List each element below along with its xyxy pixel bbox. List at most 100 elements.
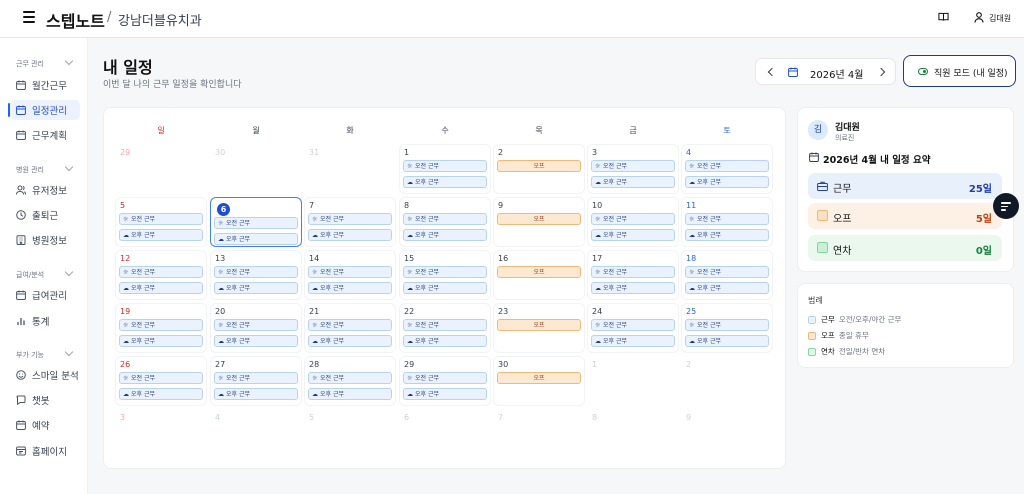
shift-chip-afternoon[interactable]: ☁ 오후 근무 — [119, 282, 203, 294]
shift-chip-morning[interactable]: ☼ 오전 근무 — [308, 266, 392, 278]
sidebar-item-attendance[interactable]: 출퇴근 — [10, 205, 80, 225]
calendar-day-cell[interactable]: 6 — [399, 409, 491, 459]
shift-chip-afternoon[interactable]: ☁ 오후 근무 — [685, 229, 769, 241]
calendar-day-cell[interactable]: 9 — [681, 409, 773, 459]
calendar-day-cell[interactable]: 30 — [210, 144, 302, 194]
sidebar-item-monthly[interactable]: 월간근무 — [10, 75, 80, 95]
shift-chip-afternoon[interactable]: ☁ 오후 근무 — [119, 335, 203, 347]
shift-chip-afternoon[interactable]: ☁ 오후 근무 — [403, 229, 487, 241]
calendar-day-cell[interactable]: 4 ☼ 오전 근무 ☁ 오후 근무 — [681, 144, 773, 194]
calendar-day-cell[interactable]: 3 ☼ 오전 근무 ☁ 오후 근무 — [587, 144, 679, 194]
sidebar-item-payroll[interactable]: 급여관리 — [10, 285, 80, 305]
shift-chip-afternoon[interactable]: ☁ 오후 근무 — [214, 388, 298, 400]
shift-chip-morning[interactable]: ☼ 오전 근무 — [591, 160, 675, 172]
calendar-day-cell[interactable]: 16 오프 — [493, 250, 585, 300]
shift-chip-morning[interactable]: ☼ 오전 근무 — [591, 213, 675, 225]
sidebar-item-plan[interactable]: 근무계획 — [10, 125, 80, 145]
shift-chip-afternoon[interactable]: ☁ 오후 근무 — [685, 176, 769, 188]
shift-chip-off[interactable]: 오프 — [497, 372, 581, 384]
shift-chip-afternoon[interactable]: ☁ 오후 근무 — [119, 388, 203, 400]
chevron-down-icon[interactable] — [64, 347, 74, 357]
calendar-day-cell[interactable]: 3 — [115, 409, 207, 459]
shift-chip-morning[interactable]: ☼ 오전 근무 — [119, 372, 203, 384]
calendar-day-cell[interactable]: 12 ☼ 오전 근무 ☁ 오후 근무 — [115, 250, 207, 300]
shift-chip-morning[interactable]: ☼ 오전 근무 — [403, 319, 487, 331]
shift-chip-afternoon[interactable]: ☁ 오후 근무 — [308, 335, 392, 347]
shift-chip-off[interactable]: 오프 — [497, 266, 581, 278]
shift-chip-morning[interactable]: ☼ 오전 근무 — [685, 213, 769, 225]
calendar-day-cell[interactable]: 7 ☼ 오전 근무 ☁ 오후 근무 — [304, 197, 396, 247]
menu-icon[interactable] — [23, 11, 35, 23]
shift-chip-morning[interactable]: ☼ 오전 근무 — [214, 266, 298, 278]
calendar-day-cell[interactable]: 27 ☼ 오전 근무 ☁ 오후 근무 — [210, 356, 302, 406]
sidebar-item-stats[interactable]: 통계 — [10, 311, 80, 331]
brand-logo-text[interactable]: 스텝노트 — [46, 8, 105, 32]
calendar-day-cell[interactable]: 2 오프 — [493, 144, 585, 194]
calendar-day-cell[interactable]: 6 ☼ 오전 근무 ☁ 오후 근무 — [210, 197, 302, 247]
shift-chip-morning[interactable]: ☼ 오전 근무 — [308, 372, 392, 384]
calendar-day-cell[interactable]: 1 — [587, 356, 679, 406]
staff-mode-button[interactable]: 직원 모드 (내 일정) — [903, 55, 1016, 87]
calendar-day-cell[interactable]: 21 ☼ 오전 근무 ☁ 오후 근무 — [304, 303, 396, 353]
shift-chip-afternoon[interactable]: ☁ 오후 근무 — [403, 282, 487, 294]
shift-chip-afternoon[interactable]: ☁ 오후 근무 — [591, 229, 675, 241]
shift-chip-afternoon[interactable]: ☁ 오후 근무 — [308, 388, 392, 400]
shift-chip-morning[interactable]: ☼ 오전 근무 — [308, 319, 392, 331]
calendar-day-cell[interactable]: 14 ☼ 오전 근무 ☁ 오후 근무 — [304, 250, 396, 300]
shift-chip-morning[interactable]: ☼ 오전 근무 — [591, 266, 675, 278]
shift-chip-afternoon[interactable]: ☁ 오후 근무 — [214, 282, 298, 294]
sidebar-item-users[interactable]: 유저정보 — [10, 180, 80, 200]
shift-chip-afternoon[interactable]: ☁ 오후 근무 — [214, 233, 298, 245]
shift-chip-afternoon[interactable]: ☁ 오후 근무 — [308, 282, 392, 294]
shift-chip-morning[interactable]: ☼ 오전 근무 — [214, 372, 298, 384]
chevron-down-icon[interactable] — [64, 267, 74, 277]
calendar-day-cell[interactable]: 5 ☼ 오전 근무 ☁ 오후 근무 — [115, 197, 207, 247]
shift-chip-off[interactable]: 오프 — [497, 213, 581, 225]
calendar-day-cell[interactable]: 26 ☼ 오전 근무 ☁ 오후 근무 — [115, 356, 207, 406]
book-icon[interactable] — [938, 12, 949, 22]
shift-chip-morning[interactable]: ☼ 오전 근무 — [214, 319, 298, 331]
shift-chip-off[interactable]: 오프 — [497, 319, 581, 331]
shift-chip-morning[interactable]: ☼ 오전 근무 — [591, 319, 675, 331]
sidebar-item-homepage[interactable]: 홈페이지 — [10, 441, 80, 461]
calendar-day-cell[interactable]: 8 — [587, 409, 679, 459]
shift-chip-afternoon[interactable]: ☁ 오후 근무 — [214, 335, 298, 347]
calendar-day-cell[interactable]: 24 ☼ 오전 근무 ☁ 오후 근무 — [587, 303, 679, 353]
shift-chip-morning[interactable]: ☼ 오전 근무 — [119, 266, 203, 278]
shift-chip-morning[interactable]: ☼ 오전 근무 — [214, 217, 298, 229]
sidebar-item-reservation[interactable]: 예약 — [10, 415, 80, 435]
calendar-day-cell[interactable]: 31 — [304, 144, 396, 194]
calendar-day-cell[interactable]: 9 오프 — [493, 197, 585, 247]
shift-chip-afternoon[interactable]: ☁ 오후 근무 — [403, 335, 487, 347]
calendar-day-cell[interactable]: 7 — [493, 409, 585, 459]
shift-chip-off[interactable]: 오프 — [497, 160, 581, 172]
shift-chip-afternoon[interactable]: ☁ 오후 근무 — [591, 176, 675, 188]
calendar-day-cell[interactable]: 19 ☼ 오전 근무 ☁ 오후 근무 — [115, 303, 207, 353]
user-icon[interactable] — [974, 12, 984, 23]
chevron-left-icon[interactable] — [767, 67, 777, 77]
calendar-day-cell[interactable]: 1 ☼ 오전 근무 ☁ 오후 근무 — [399, 144, 491, 194]
sidebar-item-schedule[interactable]: 일정관리 — [8, 100, 80, 120]
sidebar-item-hospital-info[interactable]: 병원정보 — [10, 230, 80, 250]
shift-chip-afternoon[interactable]: ☁ 오후 근무 — [403, 176, 487, 188]
shift-chip-morning[interactable]: ☼ 오전 근무 — [119, 213, 203, 225]
calendar-day-cell[interactable]: 28 ☼ 오전 근무 ☁ 오후 근무 — [304, 356, 396, 406]
current-month-label[interactable]: 2026년 4월 — [810, 66, 863, 81]
shift-chip-afternoon[interactable]: ☁ 오후 근무 — [591, 282, 675, 294]
shift-chip-morning[interactable]: ☼ 오전 근무 — [119, 319, 203, 331]
shift-chip-morning[interactable]: ☼ 오전 근무 — [403, 266, 487, 278]
shift-chip-morning[interactable]: ☼ 오전 근무 — [685, 319, 769, 331]
shift-chip-afternoon[interactable]: ☁ 오후 근무 — [685, 282, 769, 294]
calendar-day-cell[interactable]: 23 오프 — [493, 303, 585, 353]
user-name[interactable]: 김대원 — [989, 13, 1011, 24]
calendar-day-cell[interactable]: 30 오프 — [493, 356, 585, 406]
calendar-day-cell[interactable]: 2 — [681, 356, 773, 406]
shift-chip-morning[interactable]: ☼ 오전 근무 — [403, 213, 487, 225]
calendar-day-cell[interactable]: 8 ☼ 오전 근무 ☁ 오후 근무 — [399, 197, 491, 247]
chevron-right-icon[interactable] — [876, 67, 886, 77]
calendar-day-cell[interactable]: 29 ☼ 오전 근무 ☁ 오후 근무 — [399, 356, 491, 406]
sidebar-section-pay[interactable]: 급여/분석 — [16, 270, 44, 280]
calendar-day-cell[interactable]: 4 — [210, 409, 302, 459]
calendar-day-cell[interactable]: 25 ☼ 오전 근무 ☁ 오후 근무 — [681, 303, 773, 353]
floating-menu-button[interactable] — [993, 193, 1019, 219]
